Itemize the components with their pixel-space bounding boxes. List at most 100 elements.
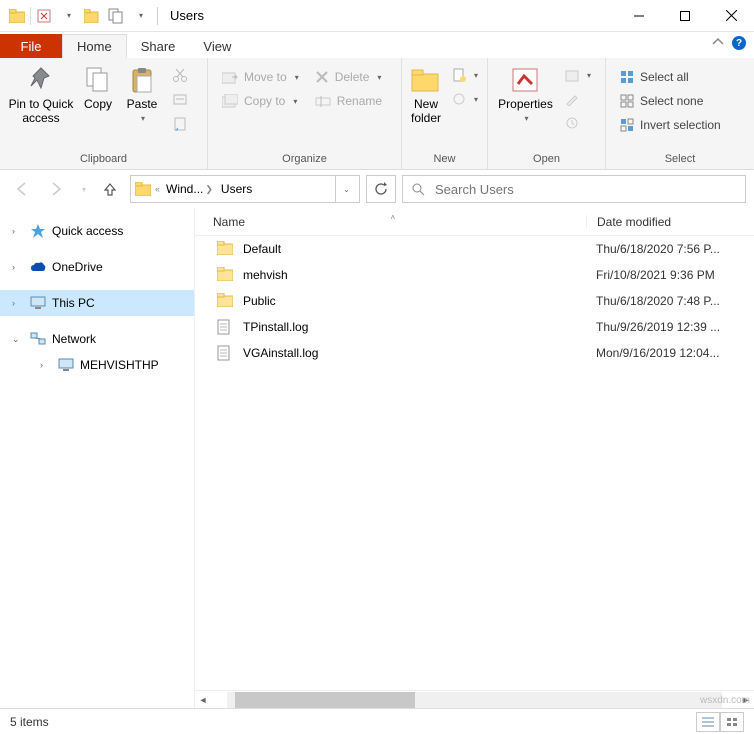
newitem-button[interactable]: ▾ bbox=[448, 64, 482, 86]
pasteshortcut-icon bbox=[172, 115, 188, 131]
history-button[interactable] bbox=[561, 112, 595, 134]
quick-access-toolbar: ▾ ▾ bbox=[0, 5, 151, 27]
copypath-icon bbox=[172, 91, 188, 107]
file-date: Fri/10/8/2021 9:36 PM bbox=[586, 268, 754, 282]
breadcrumb-dropdown[interactable]: ⌄ bbox=[335, 176, 355, 202]
tab-file[interactable]: File bbox=[0, 34, 62, 58]
maximize-button[interactable] bbox=[662, 1, 708, 31]
crumb-seg-2[interactable]: Users bbox=[219, 182, 254, 196]
sidebar-item-thispc[interactable]: › This PC bbox=[0, 290, 194, 316]
properties-qat-icon[interactable] bbox=[33, 5, 55, 27]
file-row[interactable]: mehvishFri/10/8/2021 9:36 PM bbox=[195, 262, 754, 288]
sidebar-item-quickaccess[interactable]: › Quick access bbox=[0, 218, 194, 244]
up-button[interactable] bbox=[96, 175, 124, 203]
sidebar-label: Network bbox=[52, 332, 96, 346]
chevron-right-icon[interactable]: ❯ bbox=[205, 184, 213, 195]
invertselection-button[interactable]: Invert selection bbox=[616, 114, 725, 136]
column-date[interactable]: Date modified bbox=[586, 215, 754, 229]
group-organize-label: Organize bbox=[208, 153, 401, 169]
file-icon bbox=[217, 345, 233, 361]
easyaccess-icon bbox=[452, 92, 466, 106]
sidebar-item-network-child[interactable]: › MEHVISHTHP bbox=[0, 352, 194, 378]
newfolder-button[interactable]: New folder bbox=[408, 62, 444, 128]
file-row[interactable]: VGAinstall.logMon/9/16/2019 12:04... bbox=[195, 340, 754, 366]
selectall-icon bbox=[620, 70, 634, 84]
tab-share[interactable]: Share bbox=[127, 34, 190, 58]
rename-button[interactable]: Rename bbox=[311, 90, 386, 112]
column-name[interactable]: Name ˄ bbox=[195, 215, 586, 229]
history-icon bbox=[565, 116, 579, 130]
selectall-button[interactable]: Select all bbox=[616, 66, 725, 88]
pin-label: Pin to Quick access bbox=[8, 98, 74, 126]
copypath-button[interactable] bbox=[168, 88, 192, 110]
edit-button[interactable] bbox=[561, 88, 595, 110]
selectnone-button[interactable]: Select none bbox=[616, 90, 725, 112]
expand-icon[interactable]: › bbox=[12, 262, 24, 272]
column-date-label: Date modified bbox=[597, 215, 671, 229]
star-icon bbox=[30, 223, 46, 239]
pasteshortcut-button[interactable] bbox=[168, 112, 192, 134]
file-name: Default bbox=[243, 242, 281, 256]
scroll-left-icon[interactable]: ◄ bbox=[195, 692, 211, 708]
file-name: Public bbox=[243, 294, 276, 308]
recent-dropdown[interactable]: ▾ bbox=[76, 175, 90, 203]
expand-icon[interactable]: › bbox=[12, 226, 24, 236]
back-button[interactable] bbox=[8, 175, 36, 203]
collapse-icon[interactable]: ⌄ bbox=[12, 334, 24, 345]
horizontal-scrollbar[interactable]: ◄ ► bbox=[195, 690, 754, 708]
moveto-icon bbox=[222, 70, 238, 84]
help-icon[interactable]: ? bbox=[732, 36, 746, 50]
paste-label: Paste bbox=[127, 98, 158, 112]
copy-qat-icon[interactable] bbox=[105, 5, 127, 27]
copy-button[interactable]: Copy bbox=[76, 62, 120, 114]
cut-icon bbox=[172, 67, 188, 83]
tab-home[interactable]: Home bbox=[62, 34, 127, 58]
minimize-button[interactable] bbox=[616, 1, 662, 31]
group-new-label: New bbox=[402, 153, 487, 169]
sidebar-label: MEHVISHTHP bbox=[80, 358, 159, 372]
sidebar-item-network[interactable]: ⌄ Network bbox=[0, 326, 194, 352]
moveto-button[interactable]: Move to▾ bbox=[218, 66, 303, 88]
newfolder-qat-icon[interactable] bbox=[81, 5, 103, 27]
folder-icon bbox=[6, 5, 28, 27]
close-button[interactable] bbox=[708, 1, 754, 31]
delete-icon bbox=[315, 70, 329, 84]
tab-view[interactable]: View bbox=[189, 34, 245, 58]
file-date: Thu/6/18/2020 7:56 P... bbox=[586, 242, 754, 256]
properties-icon bbox=[509, 64, 541, 96]
navigation-row: ▾ « Wind... ❯ Users ⌄ bbox=[0, 170, 754, 208]
breadcrumb[interactable]: « Wind... ❯ Users ⌄ bbox=[130, 175, 360, 203]
forward-button[interactable] bbox=[42, 175, 70, 203]
pc-icon bbox=[30, 295, 46, 311]
watermark: wsxdn.com bbox=[700, 695, 750, 706]
newitem-icon bbox=[452, 68, 466, 82]
pin-to-quickaccess-button[interactable]: Pin to Quick access bbox=[6, 62, 76, 128]
paste-button[interactable]: Paste ▾ bbox=[120, 62, 164, 125]
crumb-seg-1[interactable]: Wind... ❯ bbox=[164, 182, 215, 196]
expand-icon[interactable]: › bbox=[12, 298, 24, 308]
sidebar-item-onedrive[interactable]: › OneDrive bbox=[0, 254, 194, 280]
scrollbar-thumb[interactable] bbox=[235, 692, 415, 708]
file-row[interactable]: PublicThu/6/18/2020 7:48 P... bbox=[195, 288, 754, 314]
refresh-button[interactable] bbox=[366, 175, 396, 203]
file-row[interactable]: Default Thu/6/18/2020 7:56 P... bbox=[195, 236, 754, 262]
ribbon-collapse-icon[interactable] bbox=[712, 36, 724, 48]
open-button[interactable]: ▾ bbox=[561, 64, 595, 86]
folder-icon bbox=[217, 241, 233, 257]
easyaccess-button[interactable]: ▾ bbox=[448, 88, 482, 110]
delete-label: Delete bbox=[335, 70, 370, 84]
expand-icon[interactable]: › bbox=[40, 360, 52, 370]
copyto-button[interactable]: Copy to▾ bbox=[218, 90, 303, 112]
cut-button[interactable] bbox=[168, 64, 192, 86]
file-row[interactable]: TPinstall.logThu/9/26/2019 12:39 ... bbox=[195, 314, 754, 340]
copy-label: Copy bbox=[84, 98, 112, 112]
largeicons-view-button[interactable] bbox=[720, 712, 744, 732]
qat-customize-dropdown[interactable]: ▾ bbox=[129, 5, 151, 27]
search-box[interactable] bbox=[402, 175, 746, 203]
properties-button[interactable]: Properties ▾ bbox=[494, 62, 557, 125]
moveto-label: Move to bbox=[244, 70, 287, 84]
details-view-button[interactable] bbox=[696, 712, 720, 732]
delete-button[interactable]: Delete▾ bbox=[311, 66, 386, 88]
search-input[interactable] bbox=[433, 181, 737, 198]
properties-qat-dropdown[interactable]: ▾ bbox=[57, 5, 79, 27]
